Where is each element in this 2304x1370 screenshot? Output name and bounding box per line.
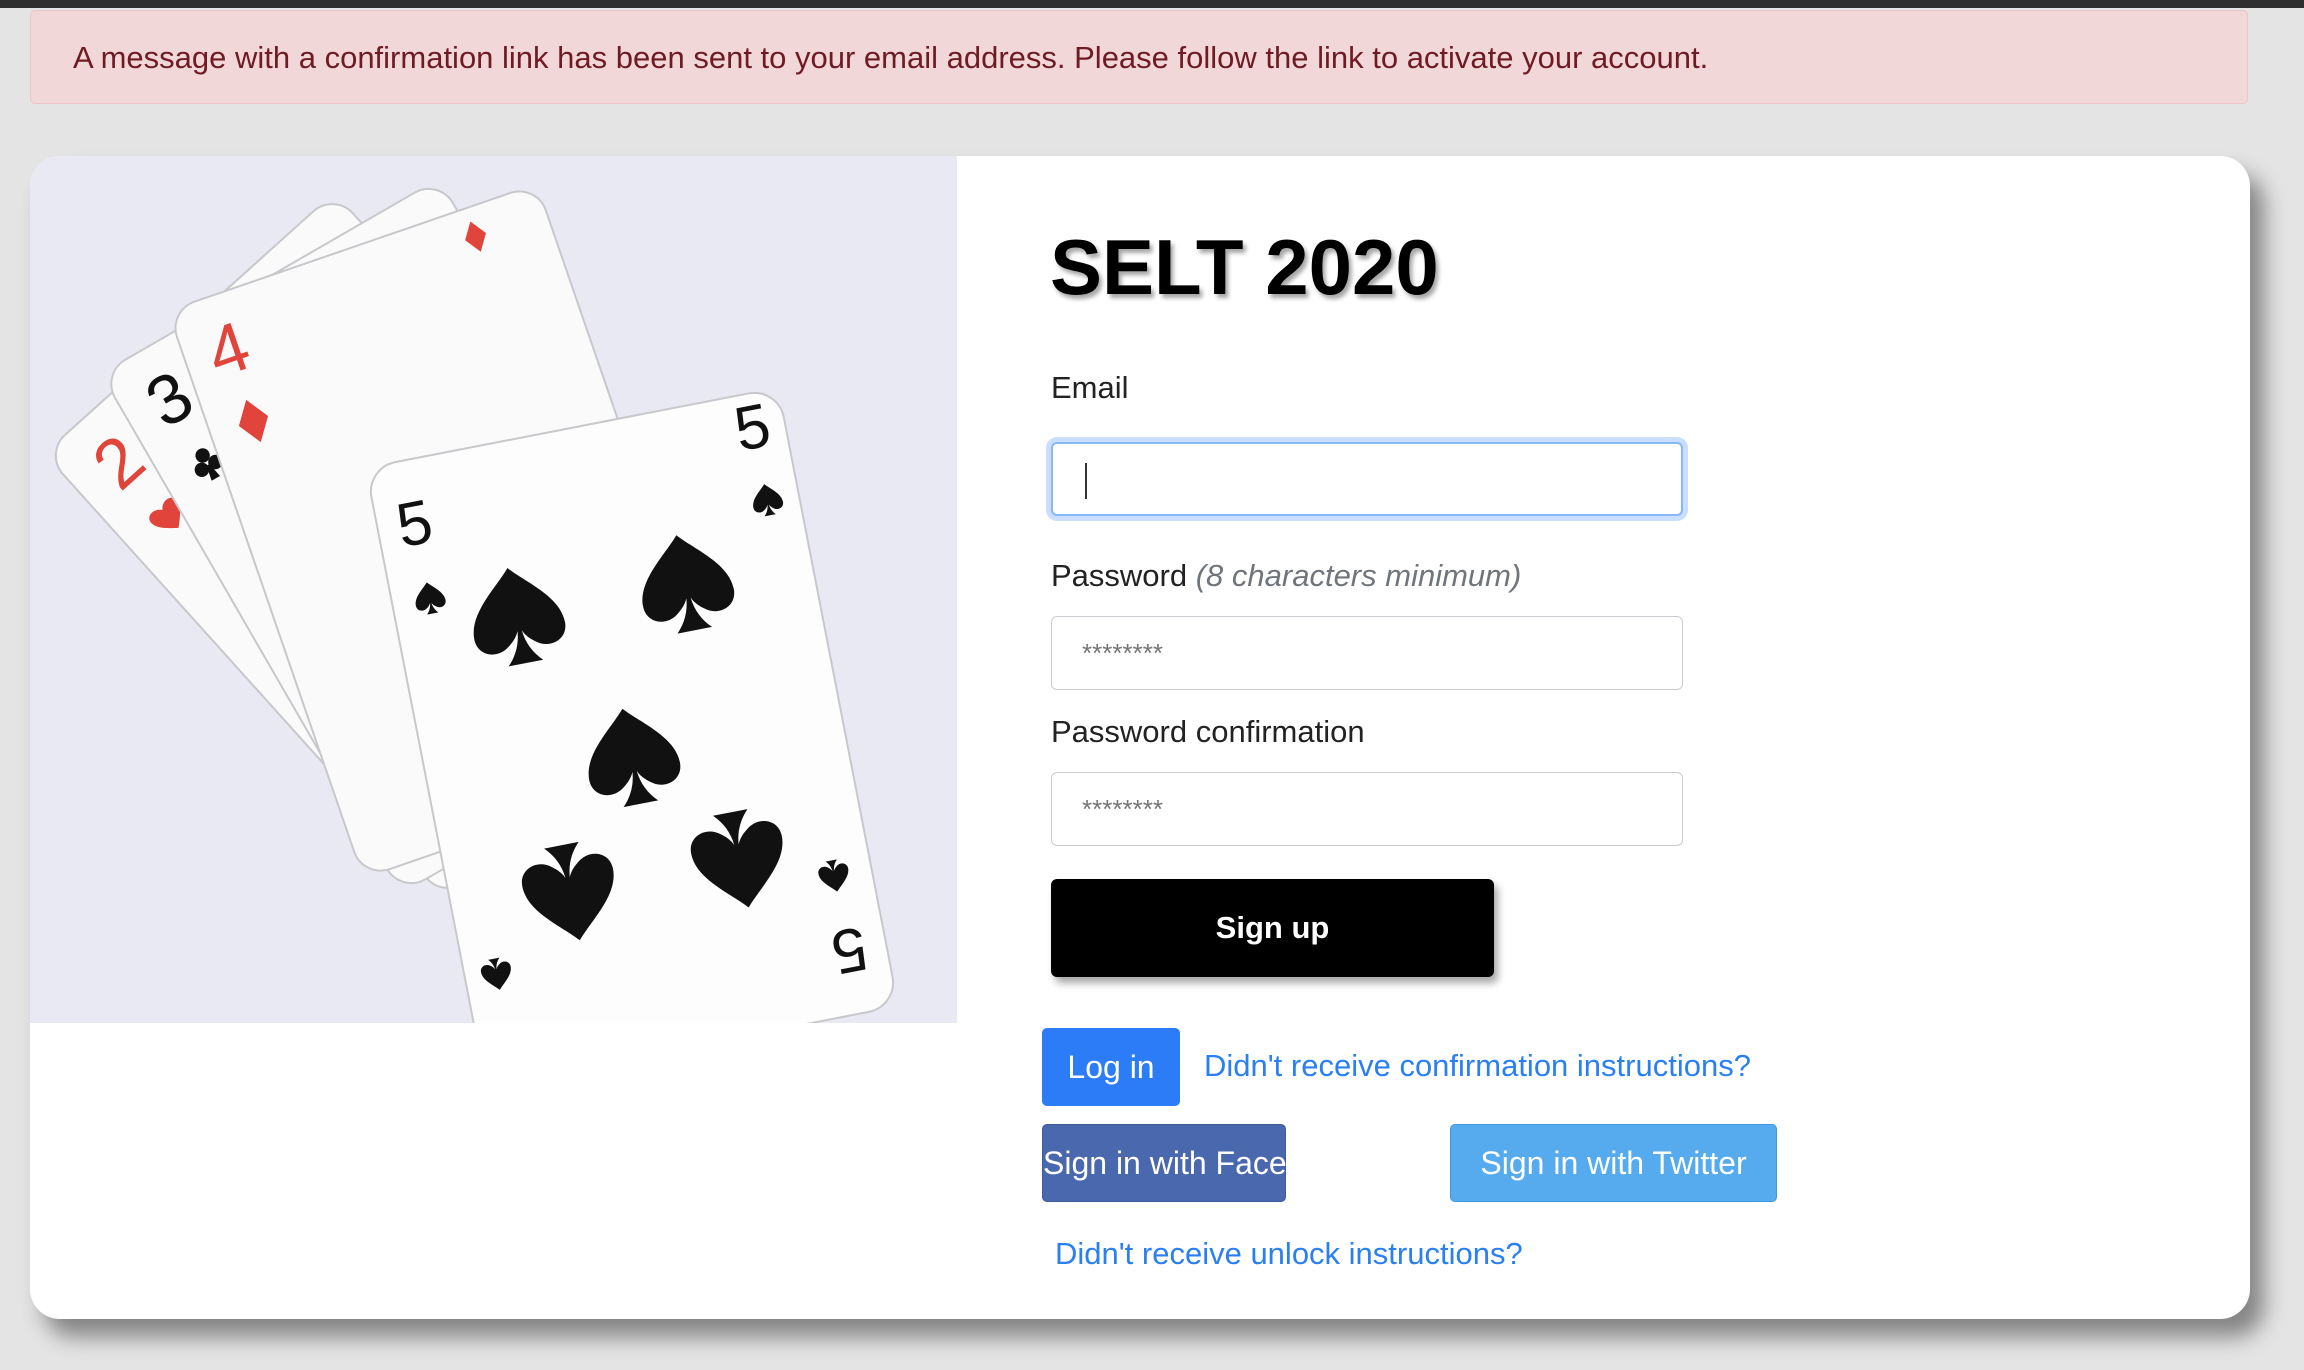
confirmation-instructions-link[interactable]: Didn't receive confirmation instructions… [1204, 1048, 1751, 1084]
password-label-text: Password [1051, 558, 1188, 593]
email-label: Email [1051, 370, 1129, 405]
password-confirmation-label: Password confirmation [1051, 714, 1365, 749]
password-hint: (8 characters minimum) [1195, 558, 1522, 593]
password-field[interactable] [1051, 616, 1683, 690]
password-confirmation-field[interactable] [1051, 772, 1683, 846]
page-title: SELT 2020 [1050, 223, 1439, 311]
log-in-button[interactable]: Log in [1042, 1028, 1180, 1106]
sign-up-button[interactable]: Sign up [1051, 879, 1494, 977]
unlock-instructions-link[interactable]: Didn't receive unlock instructions? [1055, 1236, 1523, 1272]
email-field[interactable] [1051, 442, 1683, 516]
twitter-sign-in-button[interactable]: Sign in with Twitter [1450, 1124, 1777, 1202]
password-label: Password (8 characters minimum) [1051, 558, 1521, 594]
hero-image-playing-cards: 2 3 4 5 5 5 [30, 156, 957, 1023]
window-top-bar [0, 0, 2304, 8]
card-five-spades: 5 5 5 5 [369, 391, 895, 1023]
text-caret [1085, 463, 1087, 499]
confirmation-alert: A message with a confirmation link has b… [30, 10, 2248, 104]
signup-card: 2 3 4 5 5 5 SELT 2020 Email Password (8 … [30, 156, 2250, 1319]
facebook-sign-in-button[interactable]: Sign in with Facebook [1042, 1124, 1356, 1202]
